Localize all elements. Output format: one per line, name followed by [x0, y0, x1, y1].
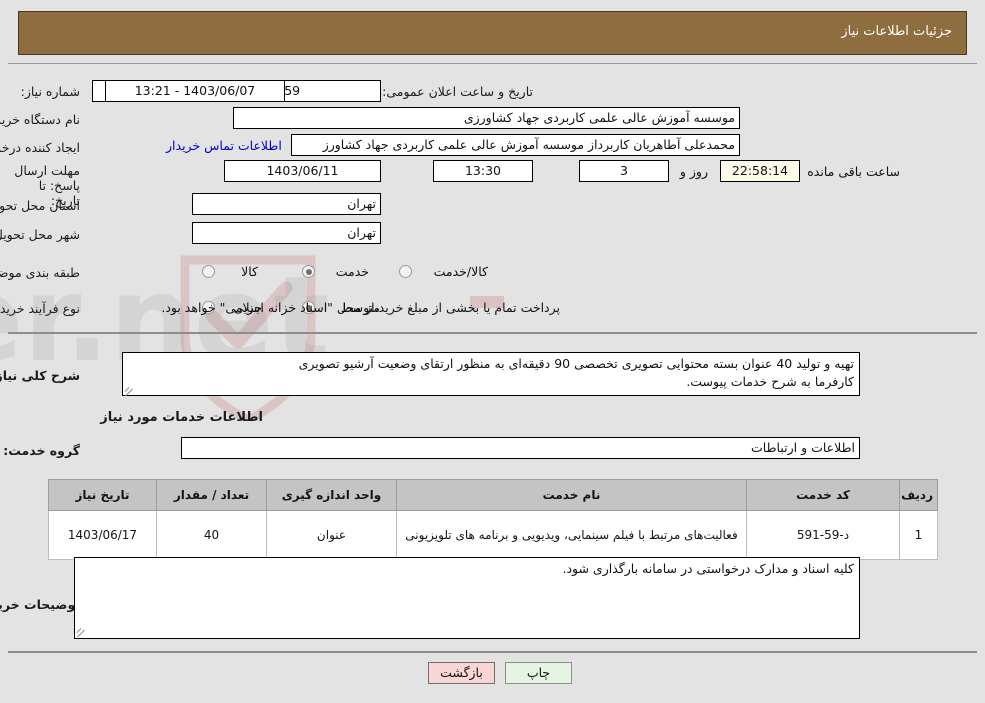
col-service-name: نام خدمت: [396, 479, 747, 511]
col-unit: واحد اندازه گیری: [266, 479, 397, 511]
col-need-date: تاریخ نیاز: [48, 479, 157, 511]
city-field[interactable]: تهران: [192, 222, 381, 244]
footer-divider: [8, 651, 977, 653]
category-radio-kala-khedmat[interactable]: [399, 265, 412, 278]
cell-row-no: 1: [899, 510, 938, 560]
category-radio-khedmat[interactable]: [302, 265, 315, 278]
service-group-field[interactable]: اطلاعات و ارتباطات: [181, 437, 860, 459]
buyer-org-label: نام دستگاه خریدار:: [0, 112, 80, 127]
category-radio-kala-label: کالا: [241, 264, 258, 279]
cell-service-code: د-59-591: [746, 510, 900, 560]
remaining-days-field[interactable]: 3: [579, 160, 669, 182]
description-textarea[interactable]: تهیه و تولید 40 عنوان بسته محتوایی تصویر…: [122, 352, 860, 396]
countdown-field: 22:58:14: [720, 160, 800, 182]
deadline-date-field[interactable]: 1403/06/11: [224, 160, 381, 182]
announce-datetime-field[interactable]: 1403/06/07 - 13:21: [105, 80, 285, 102]
services-table: ردیف کد خدمت نام خدمت واحد اندازه گیری ت…: [48, 479, 938, 560]
top-info-panel: [8, 63, 977, 334]
back-button[interactable]: بازگشت: [428, 662, 495, 684]
category-radio-khedmat-label: خدمت: [335, 264, 369, 279]
col-service-code: کد خدمت: [746, 479, 900, 511]
cell-unit: عنوان: [266, 510, 397, 560]
page-header-bar: جزئیات اطلاعات نیاز: [18, 11, 967, 55]
category-radio-kala[interactable]: [202, 265, 215, 278]
deadline-hour-field[interactable]: 13:30: [433, 160, 533, 182]
description-label: شرح کلی نیاز:: [0, 368, 80, 383]
services-section-heading: اطلاعات خدمات مورد نیاز: [100, 410, 263, 425]
buyer-notes-label: توضیحات خریدار:: [0, 597, 80, 612]
announce-datetime-label: تاریخ و ساعت اعلان عمومی:: [382, 84, 533, 99]
table-header-row: ردیف کد خدمت نام خدمت واحد اندازه گیری ت…: [48, 479, 938, 511]
city-label: شهر محل تحویل:: [0, 227, 80, 242]
print-button[interactable]: چاپ: [505, 662, 572, 684]
creator-label: ایجاد کننده درخواست:: [0, 140, 80, 155]
cell-service-name: فعالیت‌های مرتبط با فیلم سینمایی، ویدیوی…: [396, 510, 747, 560]
description-line-1: تهیه و تولید 40 عنوان بسته محتوایی تصویر…: [298, 356, 854, 371]
treasury-bond-note: پرداخت تمام یا بخشی از مبلغ خرید،از محل …: [161, 300, 560, 315]
need-number-label: شماره نیاز:: [20, 84, 80, 99]
buyer-org-field[interactable]: موسسه آموزش عالی علمی کاربردی جهاد کشاور…: [233, 107, 740, 129]
col-quantity: تعداد / مقدار: [156, 479, 267, 511]
page-root: AriaTender.net جزئیات اطلاعات نیاز شماره…: [0, 0, 985, 703]
province-field[interactable]: تهران: [192, 193, 381, 215]
days-label: روز و: [679, 164, 708, 179]
description-line-2: کارفرما به شرح خدمات پیوست.: [686, 374, 854, 389]
cell-quantity: 40: [156, 510, 267, 560]
buyer-notes-textarea[interactable]: کلیه اسناد و مدارک درخواستی در سامانه با…: [74, 557, 860, 639]
countdown-label: ساعت باقی مانده: [807, 164, 900, 179]
buyer-contact-link[interactable]: اطلاعات تماس خریدار: [166, 138, 282, 153]
table-row: 1 د-59-591 فعالیت‌های مرتبط با فیلم سینم…: [48, 510, 938, 560]
process-label: نوع فرآیند خرید :: [0, 301, 80, 316]
category-radio-kala-khedmat-label: کالا/خدمت: [433, 264, 488, 279]
buyer-notes-text: کلیه اسناد و مدارک درخواستی در سامانه با…: [562, 561, 854, 576]
col-row-no: ردیف: [899, 479, 938, 511]
category-label: طبقه بندی موضوعی:: [0, 265, 80, 280]
province-label: استان محل تحویل:: [0, 198, 80, 213]
service-group-label: گروه خدمت:: [3, 443, 80, 458]
creator-field[interactable]: محمدعلی آطاهریان کاربرداز موسسه آموزش عا…: [291, 134, 740, 156]
page-title: جزئیات اطلاعات نیاز: [841, 24, 952, 39]
cell-need-date: 1403/06/17: [48, 510, 157, 560]
